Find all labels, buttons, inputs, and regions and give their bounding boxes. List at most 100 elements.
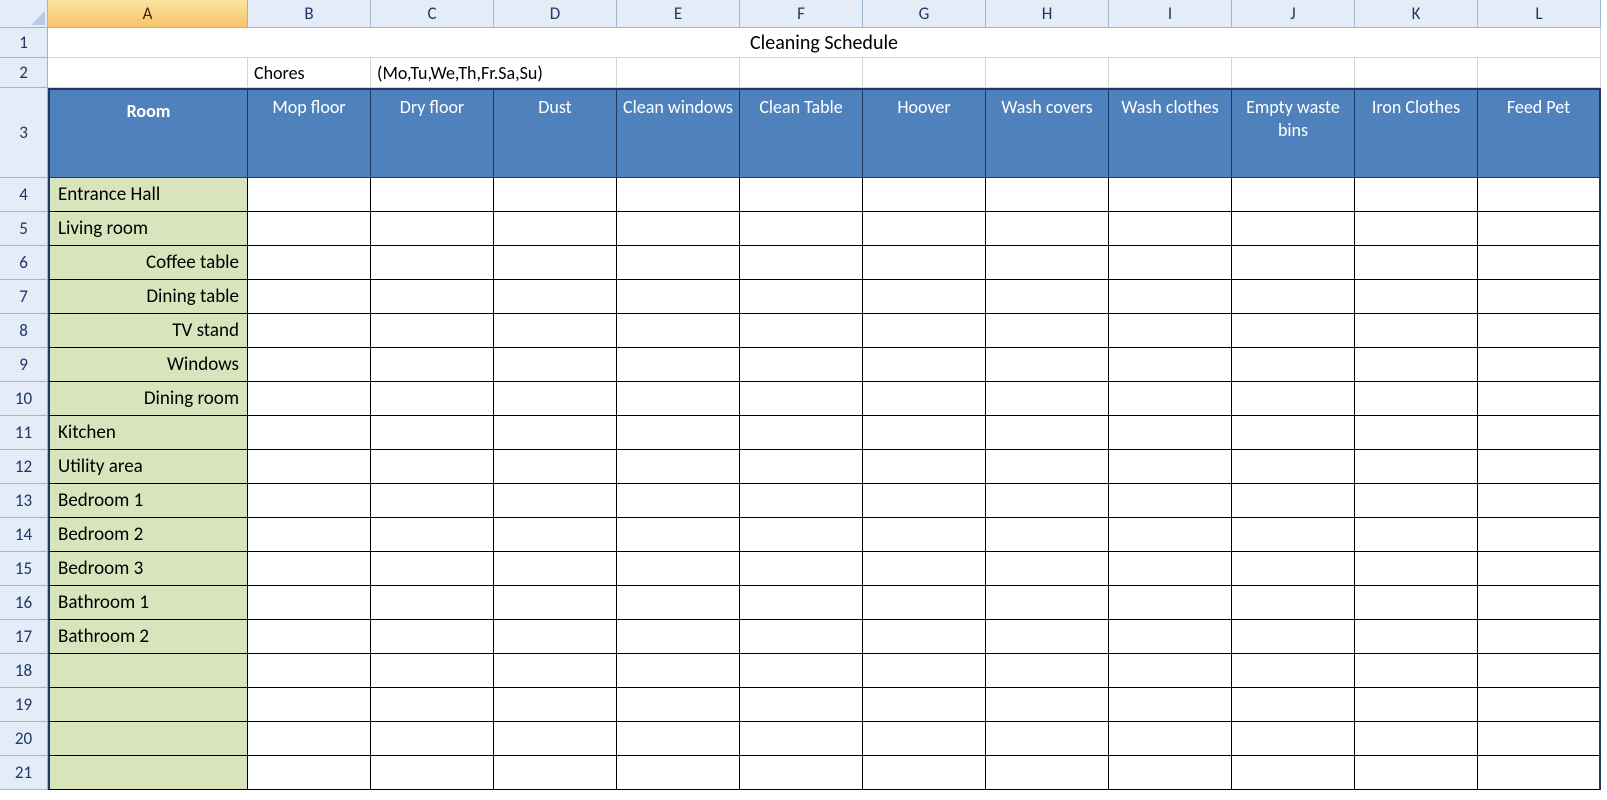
- cell-K16[interactable]: [1355, 586, 1478, 620]
- cell-H15[interactable]: [986, 552, 1109, 586]
- cell-B11[interactable]: [248, 416, 371, 450]
- cell-H8[interactable]: [986, 314, 1109, 348]
- cell-H18[interactable]: [986, 654, 1109, 688]
- cell-E12[interactable]: [617, 450, 740, 484]
- room-cell-13[interactable]: Bedroom 1: [48, 484, 248, 518]
- row-header-17[interactable]: 17: [0, 620, 48, 654]
- cell-L13[interactable]: [1478, 484, 1601, 518]
- cell-C10[interactable]: [371, 382, 494, 416]
- row-header-19[interactable]: 19: [0, 688, 48, 722]
- cell-K20[interactable]: [1355, 722, 1478, 756]
- cell-C8[interactable]: [371, 314, 494, 348]
- room-cell-4[interactable]: Entrance Hall: [48, 178, 248, 212]
- cell-F5[interactable]: [740, 212, 863, 246]
- row-header-9[interactable]: 9: [0, 348, 48, 382]
- column-header-I[interactable]: I: [1109, 0, 1232, 28]
- header-L[interactable]: Feed Pet: [1478, 88, 1601, 178]
- cell-E2[interactable]: [617, 58, 740, 88]
- cell-G13[interactable]: [863, 484, 986, 518]
- cell-G16[interactable]: [863, 586, 986, 620]
- cell-K12[interactable]: [1355, 450, 1478, 484]
- cell-L14[interactable]: [1478, 518, 1601, 552]
- column-header-J[interactable]: J: [1232, 0, 1355, 28]
- cell-K21[interactable]: [1355, 756, 1478, 790]
- cell-B8[interactable]: [248, 314, 371, 348]
- cell-H19[interactable]: [986, 688, 1109, 722]
- cell-J7[interactable]: [1232, 280, 1355, 314]
- cell-I2[interactable]: [1109, 58, 1232, 88]
- cell-J16[interactable]: [1232, 586, 1355, 620]
- cell-H13[interactable]: [986, 484, 1109, 518]
- column-header-B[interactable]: B: [248, 0, 371, 28]
- header-H[interactable]: Wash covers: [986, 88, 1109, 178]
- room-cell-15[interactable]: Bedroom 3: [48, 552, 248, 586]
- cell-B5[interactable]: [248, 212, 371, 246]
- cell-C20[interactable]: [371, 722, 494, 756]
- cell-I4[interactable]: [1109, 178, 1232, 212]
- cell-G19[interactable]: [863, 688, 986, 722]
- cell-E21[interactable]: [617, 756, 740, 790]
- cell-B20[interactable]: [248, 722, 371, 756]
- cell-F13[interactable]: [740, 484, 863, 518]
- cell-L20[interactable]: [1478, 722, 1601, 756]
- room-cell-11[interactable]: Kitchen: [48, 416, 248, 450]
- row-header-16[interactable]: 16: [0, 586, 48, 620]
- cell-K15[interactable]: [1355, 552, 1478, 586]
- cell-I7[interactable]: [1109, 280, 1232, 314]
- cell-J11[interactable]: [1232, 416, 1355, 450]
- header-F[interactable]: Clean Table: [740, 88, 863, 178]
- cell-J12[interactable]: [1232, 450, 1355, 484]
- row-header-2[interactable]: 2: [0, 58, 48, 88]
- cell-D17[interactable]: [494, 620, 617, 654]
- cell-K9[interactable]: [1355, 348, 1478, 382]
- cell-H14[interactable]: [986, 518, 1109, 552]
- cell-J14[interactable]: [1232, 518, 1355, 552]
- cell-B7[interactable]: [248, 280, 371, 314]
- cell-F11[interactable]: [740, 416, 863, 450]
- cell-F2[interactable]: [740, 58, 863, 88]
- row-header-3[interactable]: 3: [0, 88, 48, 178]
- column-header-G[interactable]: G: [863, 0, 986, 28]
- cell-D15[interactable]: [494, 552, 617, 586]
- room-cell-12[interactable]: Utility area: [48, 450, 248, 484]
- cell-I10[interactable]: [1109, 382, 1232, 416]
- cell-I14[interactable]: [1109, 518, 1232, 552]
- cell-E4[interactable]: [617, 178, 740, 212]
- cell-D21[interactable]: [494, 756, 617, 790]
- cell-I21[interactable]: [1109, 756, 1232, 790]
- header-C[interactable]: Dry floor: [371, 88, 494, 178]
- cell-I20[interactable]: [1109, 722, 1232, 756]
- column-header-H[interactable]: H: [986, 0, 1109, 28]
- room-cell-16[interactable]: Bathroom 1: [48, 586, 248, 620]
- cell-L5[interactable]: [1478, 212, 1601, 246]
- cell-K17[interactable]: [1355, 620, 1478, 654]
- cell-J20[interactable]: [1232, 722, 1355, 756]
- spreadsheet-grid[interactable]: ABCDEFGHIJKL1Cleaning Schedule2Chores(Mo…: [0, 0, 1607, 790]
- cell-E5[interactable]: [617, 212, 740, 246]
- room-cell-10[interactable]: Dining room: [48, 382, 248, 416]
- cell-C7[interactable]: [371, 280, 494, 314]
- row-header-14[interactable]: 14: [0, 518, 48, 552]
- cell-I12[interactable]: [1109, 450, 1232, 484]
- cell-E13[interactable]: [617, 484, 740, 518]
- cell-E10[interactable]: [617, 382, 740, 416]
- cell-L19[interactable]: [1478, 688, 1601, 722]
- cell-J18[interactable]: [1232, 654, 1355, 688]
- cell-E8[interactable]: [617, 314, 740, 348]
- header-G[interactable]: Hoover: [863, 88, 986, 178]
- cell-F7[interactable]: [740, 280, 863, 314]
- room-cell-5[interactable]: Living room: [48, 212, 248, 246]
- cell-I13[interactable]: [1109, 484, 1232, 518]
- cell-G9[interactable]: [863, 348, 986, 382]
- row-header-20[interactable]: 20: [0, 722, 48, 756]
- cell-I6[interactable]: [1109, 246, 1232, 280]
- cell-E7[interactable]: [617, 280, 740, 314]
- cell-H6[interactable]: [986, 246, 1109, 280]
- cell-D9[interactable]: [494, 348, 617, 382]
- header-D[interactable]: Dust: [494, 88, 617, 178]
- row-header-6[interactable]: 6: [0, 246, 48, 280]
- cell-K19[interactable]: [1355, 688, 1478, 722]
- cell-J9[interactable]: [1232, 348, 1355, 382]
- cell-E20[interactable]: [617, 722, 740, 756]
- cell-I16[interactable]: [1109, 586, 1232, 620]
